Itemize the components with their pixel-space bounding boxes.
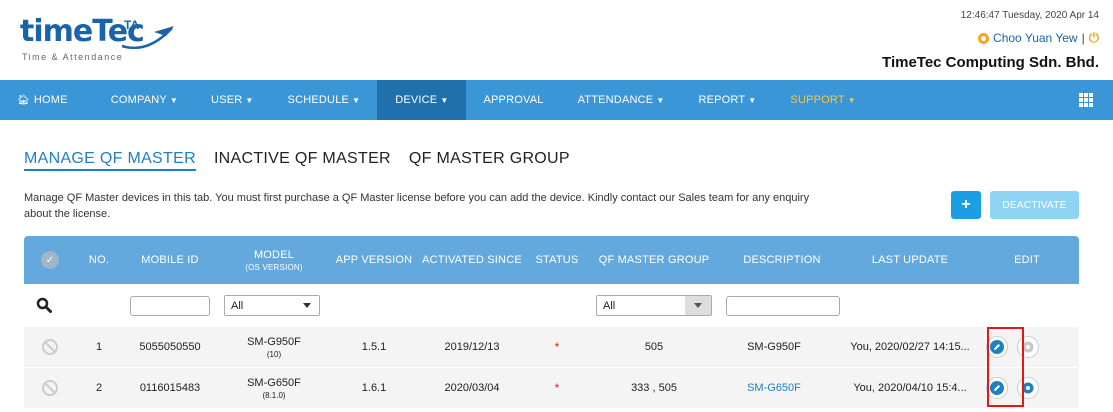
chevron-down-icon <box>694 303 702 308</box>
user-status-icon <box>978 32 990 44</box>
cell-mobile-id: 0116015483 <box>139 382 201 394</box>
chevron-down-icon: ▼ <box>245 95 254 105</box>
table-row: 2 0116015483 SM-G650F (8.1.0) 1.6.1 2020/… <box>24 368 1079 408</box>
cell-status: * <box>532 327 582 367</box>
col-mobile-id: MOBILE ID <box>141 254 199 266</box>
col-model: MODEL (OS VERSION) <box>245 248 303 272</box>
chevron-down-icon: ▼ <box>352 95 361 105</box>
nav-item-schedule[interactable]: SCHEDULE ▼ <box>271 80 378 120</box>
tab-inactive-qf-master[interactable]: INACTIVE QF MASTER <box>214 150 391 171</box>
nav-item-device[interactable]: DEVICE ▼ <box>377 80 467 120</box>
col-edit: EDIT <box>1014 254 1040 266</box>
page-tabs: MANAGE QF MASTER INACTIVE QF MASTER QF M… <box>24 150 570 171</box>
nav-item-support[interactable]: SUPPORT ▼ <box>773 80 873 120</box>
nav-item-approval[interactable]: APPROVAL <box>466 80 560 120</box>
datetime-display: 12:46:47 Tuesday, 2020 Apr 14 <box>960 10 1099 21</box>
cell-description-link[interactable]: SM-G650F <box>724 368 824 408</box>
table-row: 1 5055050550 SM-G950F (10) 1.5.1 2019/12/… <box>24 327 1079 367</box>
user-name-link[interactable]: Choo Yuan Yew <box>993 31 1078 45</box>
deactivate-button[interactable]: DEACTIVATE <box>990 191 1079 219</box>
search-icon[interactable] <box>36 297 52 313</box>
model-filter-select[interactable]: All <box>224 295 320 316</box>
nav-item-attendance[interactable]: ATTENDANCE ▼ <box>561 80 682 120</box>
cell-qf-master-group: 333 , 505 <box>631 382 677 394</box>
app-header: timeTec TA Time & Attendance 12:46:47 Tu… <box>0 0 1113 80</box>
cell-status: * <box>532 368 582 408</box>
col-last-update: LAST UPDATE <box>871 254 949 266</box>
user-info: Choo Yuan Yew | ⏻ <box>882 30 1099 46</box>
cell-mobile-id: 5055050550 <box>139 341 201 353</box>
company-name: TimeTec Computing Sdn. Bhd. <box>882 54 1099 71</box>
status-indicator-icon: * <box>554 381 560 395</box>
cell-no: 2 <box>95 382 103 394</box>
home-icon: 🏠︎ <box>17 94 30 106</box>
cell-activated-since: 2019/12/13 <box>444 341 500 353</box>
main-nav: 🏠︎ HOME COMPANY ▼ USER ▼ SCHEDULE ▼ DEVICE ▼ … <box>0 80 1113 120</box>
chevron-down-icon: ▼ <box>748 95 757 105</box>
check-circle-icon: ✓ <box>41 251 59 269</box>
highlight-box <box>987 327 1024 407</box>
add-device-button[interactable]: + <box>951 191 981 219</box>
nav-item-report[interactable]: REPORT ▼ <box>681 80 773 120</box>
timetec-logo[interactable]: timeTec TA Time & Attendance <box>20 14 180 64</box>
logo-subtitle: Time & Attendance <box>22 52 124 62</box>
qf-master-table: ✓ NO. MOBILE ID MODEL (OS VERSION) APP VE… <box>24 236 1079 412</box>
cell-last-update: You, 2020/04/10 15:4... <box>853 382 967 394</box>
power-icon[interactable]: ⏻ <box>1089 30 1099 46</box>
nav-item-company[interactable]: COMPANY ▼ <box>85 80 194 120</box>
description-filter-input[interactable] <box>726 296 840 316</box>
cell-qf-master-group: 505 <box>644 341 664 353</box>
col-activated-since: ACTIVATED SINCE <box>422 254 522 266</box>
tab-manage-qf-master[interactable]: MANAGE QF MASTER <box>24 150 196 171</box>
row-select[interactable] <box>38 368 62 408</box>
status-indicator-icon: * <box>554 340 560 354</box>
logo-swoosh-icon <box>121 26 174 50</box>
page-description: Manage QF Master devices in this tab. Yo… <box>24 192 810 220</box>
cell-app-version: 1.5.1 <box>361 341 387 353</box>
cell-last-update: You, 2020/02/27 14:15... <box>850 341 970 353</box>
chevron-down-icon: ▼ <box>656 95 665 105</box>
cell-app-version: 1.6.1 <box>361 382 387 394</box>
group-filter-select[interactable]: All <box>596 295 712 316</box>
col-qf-master-group: QF MASTER GROUP <box>598 254 710 266</box>
table-header: ✓ NO. MOBILE ID MODEL (OS VERSION) APP VE… <box>24 236 1079 284</box>
filter-row: All All <box>24 284 1079 326</box>
col-description: DESCRIPTION <box>743 254 821 266</box>
cell-model: SM-G950F (10) <box>247 335 301 359</box>
col-app-version: APP VERSION <box>335 254 413 266</box>
disabled-icon <box>42 380 58 396</box>
row-select[interactable] <box>38 327 62 367</box>
cell-description: SM-G950F <box>747 341 801 353</box>
col-no: NO. <box>88 254 110 266</box>
mobile-id-filter-input[interactable] <box>130 296 210 316</box>
header-user-panel: 12:46:47 Tuesday, 2020 Apr 14 Choo Yuan … <box>882 10 1099 71</box>
nav-item-user[interactable]: USER ▼ <box>194 80 271 120</box>
cell-activated-since: 2020/03/04 <box>444 382 500 394</box>
chevron-down-icon: ▼ <box>847 95 856 105</box>
disabled-icon <box>42 339 58 355</box>
chevron-down-icon <box>303 303 311 308</box>
cell-no: 1 <box>95 341 103 353</box>
chevron-down-icon: ▼ <box>169 95 179 105</box>
tab-qf-master-group[interactable]: QF MASTER GROUP <box>409 150 570 171</box>
col-status: STATUS <box>535 254 579 266</box>
apps-grid-icon[interactable] <box>1079 93 1093 107</box>
select-all-checkbox[interactable]: ✓ <box>38 236 62 284</box>
cell-model: SM-G650F (8.1.0) <box>247 376 301 400</box>
nav-item-home[interactable]: 🏠︎ HOME <box>0 80 85 120</box>
chevron-down-icon: ▼ <box>440 95 449 105</box>
user-separator: | <box>1081 31 1085 45</box>
